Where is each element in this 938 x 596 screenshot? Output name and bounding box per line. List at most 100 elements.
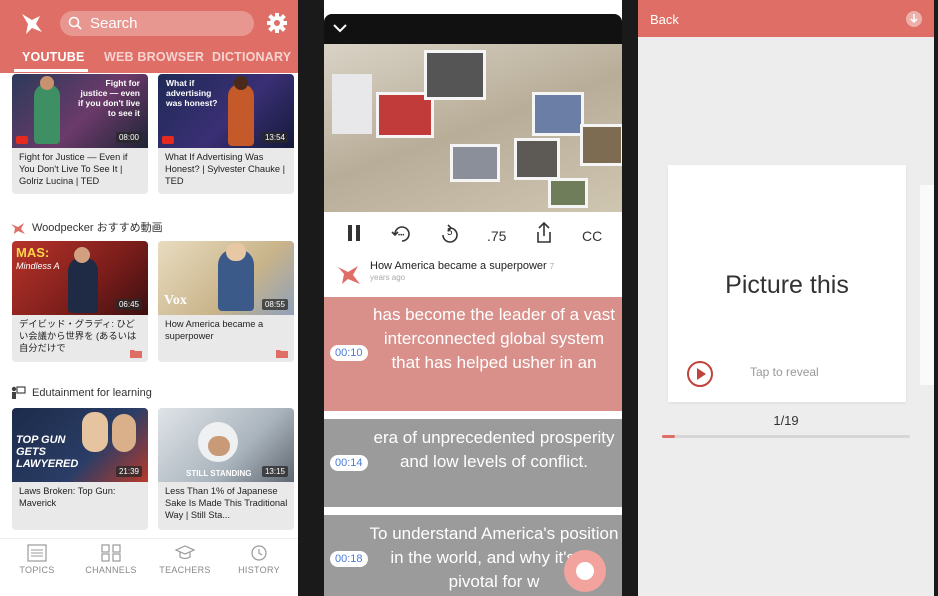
nav-channels[interactable]: CHANNELS [74,539,148,575]
flashcard[interactable]: Picture this Tap to reveal [668,165,906,402]
grid-icon [101,544,121,562]
section-header-recommended: Woodpecker おすすめ動画 [10,219,163,235]
subtitle-timestamp[interactable]: 00:18 [330,551,368,567]
app-header: Search YOUTUBE WEB BROWSER DICTIONARY [0,0,298,73]
video-card[interactable]: Vox 08:55 How America became a superpowe… [158,241,294,362]
video-duration: 13:54 [261,132,288,143]
video-title: Fight for Justice — Even if You Don't Li… [19,152,128,186]
video-duration: 08:55 [261,299,288,310]
video-thumbnail: STILL STANDING 13:15 [158,408,294,482]
nav-topics[interactable]: TOPICS [0,539,74,575]
video-info: How America became a superpower 7 years … [324,258,622,296]
replay-seconds: 5 [447,227,453,238]
section-title: Woodpecker おすすめ動画 [32,222,163,234]
search-icon [68,16,82,30]
video-age-number: 7 [549,262,555,271]
nav-label: HISTORY [238,565,280,575]
subtitle-line[interactable]: 00:14 era of unprecedented prosperity an… [324,419,622,507]
record-button[interactable] [564,550,606,592]
video-duration: 21:39 [115,466,142,477]
video-title: デイビッド・グラディ: ひどい会議から世界を (あるいは自分だけで [19,319,137,353]
tab-dictionary[interactable]: DICTIONARY [212,50,291,64]
subtitle-timestamp[interactable]: 00:10 [330,345,368,361]
ted-logo-icon [162,136,174,144]
video-age: years ago [370,273,406,282]
player-controls: ••• 5 .75 CC [324,212,622,258]
woodpecker-icon [338,266,360,284]
tab-youtube[interactable]: YOUTUBE [22,50,85,64]
subtitle-timestamp[interactable]: 00:14 [330,455,368,471]
speed-button[interactable]: .75 [487,228,506,244]
video-browser-panel: Search YOUTUBE WEB BROWSER DICTIONARY Fi… [0,0,298,596]
subtitle-line-active[interactable]: 00:10 has become the leader of a vast in… [324,297,622,411]
section-header-edutainment: Edutainment for learning [10,386,152,400]
nav-history[interactable]: HISTORY [222,539,296,575]
nav-label: TEACHERS [159,565,211,575]
player-topbar [324,14,622,44]
list-icon [27,544,47,562]
search-placeholder: Search [90,15,138,32]
video-title: How America became a superpower [165,319,264,341]
video-player-panel: ••• 5 .75 CC How America became a superp… [324,0,622,596]
section-title: Edutainment for learning [32,386,152,399]
progress-bar [662,435,910,438]
thumbnail-caption: Fight for justice — even if you don't li… [78,78,140,118]
tap-to-reveal-label[interactable]: Tap to reveal [750,365,819,379]
search-input[interactable]: Search [60,11,254,36]
chevron-down-icon[interactable] [332,22,348,34]
thumbnail-caption: What if advertising was honest? [166,78,218,108]
back-button[interactable]: Back [650,12,679,27]
video-duration: 13:15 [261,466,288,477]
video-title: How America became a superpower 7 [370,260,555,272]
video-title: Less Than 1% of Japanese Sake Is Made Th… [165,486,288,520]
flashcard-phrase: Picture this [725,271,849,299]
folder-icon[interactable] [130,349,142,358]
active-tab-indicator [14,69,88,72]
video-card[interactable]: What if advertising was honest? 13:54 Wh… [158,74,294,194]
woodpecker-icon [11,223,25,235]
progress-fill [662,435,676,438]
loop-icon[interactable]: ••• [391,224,413,244]
play-audio-icon[interactable] [686,360,714,388]
video-duration: 08:00 [115,132,142,143]
video-title: Laws Broken: Top Gun: Maverick [19,486,116,508]
video-thumbnail: TOP GUN GETS LAWYERED 21:39 [12,408,148,482]
thumbnail-caption: STILL STANDING [186,469,252,478]
card-counter: 1/19 [773,413,799,428]
share-icon[interactable] [535,222,553,244]
nav-label: TOPICS [19,565,55,575]
tab-web-browser[interactable]: WEB BROWSER [104,50,204,64]
woodpecker-logo-icon[interactable] [18,10,46,38]
video-thumbnail: MAS: Mindless A 06:45 [12,241,148,315]
next-card-peek[interactable] [920,185,934,385]
clock-icon [251,545,267,561]
video-card[interactable]: STILL STANDING 13:15 Less Than 1% of Jap… [158,408,294,530]
video-title: What If Advertising Was Honest? | Sylves… [165,152,286,186]
thumbnail-caption: TOP GUN GETS LAWYERED [16,434,79,470]
video-card[interactable]: TOP GUN GETS LAWYERED 21:39 Laws Broken:… [12,408,148,530]
flashcard-header: Back [638,0,934,37]
folder-icon[interactable] [276,349,288,358]
gear-icon[interactable] [266,12,288,34]
download-icon[interactable] [906,11,922,27]
video-thumbnail: Vox 08:55 [158,241,294,315]
pause-icon[interactable] [347,224,361,242]
thumbnail-caption: Vox [164,293,187,308]
subtitle-text: has become the leader of a vast intercon… [373,305,615,372]
bottom-navigation: TOPICS CHANNELS TEACHERS HISTORY [0,538,298,596]
video-player[interactable] [324,14,622,212]
video-thumbnail: What if advertising was honest? 13:54 [158,74,294,148]
ted-logo-icon [16,136,28,144]
video-thumbnail: Fight for justice — even if you don't li… [12,74,148,148]
nav-label: CHANNELS [85,565,137,575]
svg-text:•••: ••• [398,233,404,239]
subtitle-text: era of unprecedented prosperity and low … [373,428,615,471]
nav-teachers[interactable]: TEACHERS [148,539,222,575]
cc-button[interactable]: CC [582,228,602,244]
flashcard-panel: Back Picture this Tap to reveal 1/19 [638,0,934,596]
video-card[interactable]: MAS: Mindless A 06:45 デイビッド・グラディ: ひどい会議か… [12,241,148,362]
video-duration: 06:45 [115,299,142,310]
graduation-cap-icon [175,545,195,560]
teacher-icon [11,386,26,399]
video-card[interactable]: Fight for justice — even if you don't li… [12,74,148,194]
